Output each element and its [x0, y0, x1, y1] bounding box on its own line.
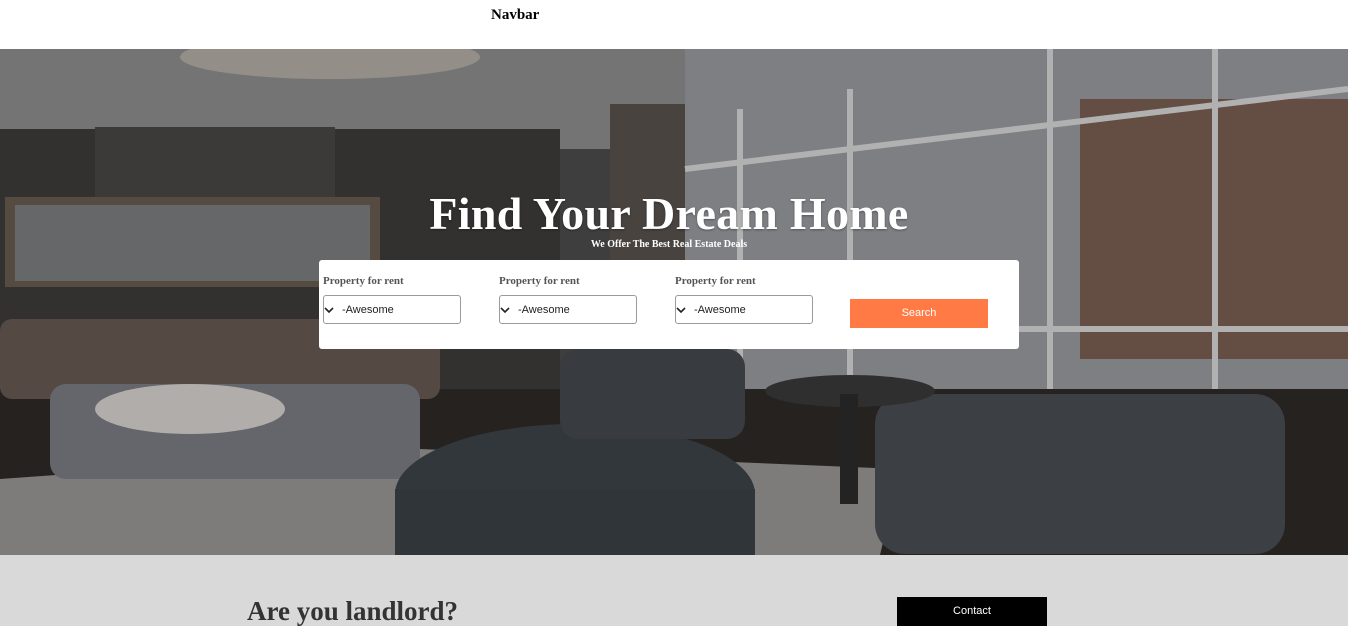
- search-panel: Property for rent -Awesome Property for …: [319, 260, 1019, 349]
- property-select[interactable]: -Awesome: [675, 295, 813, 324]
- hero-title: Find Your Dream Home: [429, 188, 909, 239]
- hero-subtitle: We Offer The Best Real Estate Deals: [590, 239, 748, 250]
- contact-button[interactable]: Contact: [897, 597, 1047, 626]
- property-select[interactable]: -Awesome: [499, 295, 637, 324]
- search-button[interactable]: Search: [850, 299, 988, 328]
- property-select[interactable]: -Awesome: [323, 295, 461, 324]
- landlord-section: Are you landlord? Contact: [0, 555, 1348, 626]
- navbar: Navbar: [0, 0, 1348, 49]
- property-select-value: -Awesome: [694, 304, 746, 316]
- chevron-down-icon: [500, 307, 510, 314]
- hero-section: Find Your Dream Home We Offer The Best R…: [0, 49, 1348, 555]
- property-filter-2: Property for rent -Awesome: [499, 275, 639, 324]
- navbar-title: Navbar: [491, 7, 540, 23]
- property-filter-3: Property for rent -Awesome: [675, 275, 815, 324]
- property-filter-label: Property for rent: [499, 275, 580, 287]
- chevron-down-icon: [676, 307, 686, 314]
- property-filter-label: Property for rent: [675, 275, 756, 287]
- landlord-heading: Are you landlord?: [247, 596, 459, 626]
- chevron-down-icon: [324, 307, 334, 314]
- property-select-value: -Awesome: [518, 304, 570, 316]
- property-select-value: -Awesome: [342, 304, 394, 316]
- property-filter-1: Property for rent -Awesome: [323, 275, 463, 324]
- property-filter-label: Property for rent: [323, 275, 404, 287]
